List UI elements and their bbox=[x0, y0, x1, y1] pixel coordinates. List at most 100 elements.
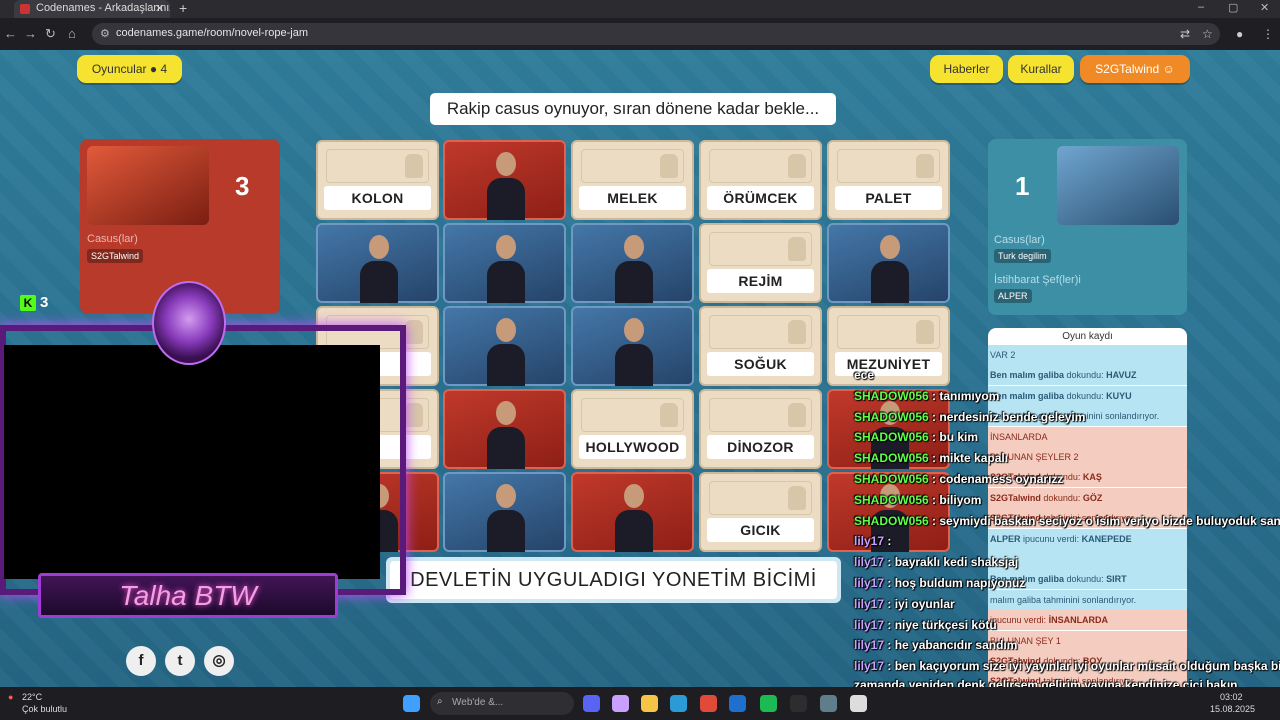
card-blue-agent[interactable] bbox=[316, 223, 439, 303]
app-icon[interactable] bbox=[612, 695, 629, 712]
reload-icon[interactable]: ↻ bbox=[45, 26, 56, 42]
log-word: KANEPEDE bbox=[1081, 533, 1132, 544]
rules-button[interactable]: Kurallar bbox=[1008, 55, 1074, 83]
start-icon[interactable] bbox=[403, 695, 420, 712]
translate-icon[interactable]: ⇄ bbox=[1180, 27, 1190, 41]
chat-text: : hoş buldum napıyonuz bbox=[887, 576, 1026, 590]
agent-figure-icon bbox=[360, 235, 398, 303]
log-text: VAR 2 bbox=[990, 350, 1016, 360]
players-button[interactable]: Oyuncular ● 4 bbox=[77, 55, 182, 83]
menu-kebab-icon[interactable]: ⋮ bbox=[1262, 27, 1274, 41]
forward-icon[interactable]: → bbox=[24, 26, 37, 41]
obs-icon[interactable] bbox=[850, 695, 867, 712]
bookmark-star-icon[interactable]: ☆ bbox=[1202, 27, 1213, 41]
card-word-label: ÖRÜMCEK bbox=[707, 186, 814, 210]
log-word: HAVUZ bbox=[1106, 370, 1137, 381]
taskbar-search-placeholder: Web'de &... bbox=[452, 697, 504, 708]
chat-message: lily17 : ben kaçıyorum size iyi yayınlar… bbox=[854, 659, 1280, 673]
close-window-icon[interactable]: ✕ bbox=[1260, 1, 1269, 14]
card-word-label: GICIK bbox=[707, 518, 814, 542]
chat-message: SHADOW056 : codenamess oynarızz bbox=[854, 472, 1063, 486]
chat-text: ece bbox=[854, 368, 875, 382]
log-player: Ben malım galiba bbox=[990, 370, 1065, 381]
chat-username: SHADOW056 bbox=[854, 513, 929, 528]
new-tab-button[interactable]: + bbox=[179, 0, 187, 16]
chat-text: : mikte kapalı bbox=[932, 451, 1009, 466]
chat-message: lily17 : bbox=[854, 534, 891, 548]
card-blue-agent[interactable] bbox=[571, 223, 694, 303]
card-word[interactable]: SOĞUK bbox=[699, 306, 822, 386]
tab-close-icon[interactable]: ✕ bbox=[155, 2, 164, 15]
minimize-icon[interactable]: – bbox=[1198, 1, 1204, 13]
card-word[interactable]: GICIK bbox=[699, 472, 822, 552]
card-agent-silhouette-icon bbox=[916, 154, 934, 178]
weather-icon: ● bbox=[8, 692, 14, 702]
agent-figure-icon bbox=[871, 235, 909, 303]
app-icon-2[interactable] bbox=[790, 695, 807, 712]
discord-icon[interactable] bbox=[583, 695, 600, 712]
user-button[interactable]: S2GTalwind ☺ bbox=[1080, 55, 1190, 83]
browser-tab[interactable]: Codenames - Arkadaşlarınızla ç bbox=[14, 0, 170, 18]
chat-text: : iyi oyunlar bbox=[887, 596, 955, 611]
card-red-agent[interactable] bbox=[443, 140, 566, 220]
settings-icon[interactable] bbox=[820, 695, 837, 712]
back-icon[interactable]: ← bbox=[4, 26, 17, 41]
facebook-icon[interactable]: f bbox=[126, 646, 156, 676]
agent-figure-icon bbox=[487, 235, 525, 303]
weather-desc: Çok bulutlu bbox=[22, 704, 68, 714]
chat-username: lily17 bbox=[854, 617, 885, 632]
card-agent-silhouette-icon bbox=[788, 154, 806, 178]
profile-icon[interactable]: ● bbox=[1236, 27, 1243, 41]
card-word-label: KOLON bbox=[324, 186, 431, 210]
outlook-icon[interactable] bbox=[729, 695, 746, 712]
news-button[interactable]: Haberler bbox=[930, 55, 1003, 83]
card-blue-agent[interactable] bbox=[443, 472, 566, 552]
card-red-agent[interactable] bbox=[443, 389, 566, 469]
blue-spy-name: Turk degilim bbox=[994, 249, 1051, 263]
file-explorer-icon[interactable] bbox=[641, 695, 658, 712]
chrome-icon[interactable] bbox=[700, 695, 717, 712]
instagram-icon[interactable]: ◎ bbox=[204, 646, 234, 676]
person-icon: ● bbox=[149, 62, 158, 76]
blue-team-panel: 1 Casus(lar) Turk degilim İstihbarat Şef… bbox=[988, 139, 1187, 315]
home-icon[interactable]: ⌂ bbox=[68, 26, 76, 41]
log-text: İNSANLARDA bbox=[990, 431, 1048, 442]
chat-username: lily17 bbox=[854, 576, 885, 590]
card-word-label: PALET bbox=[835, 186, 942, 210]
chat-username: SHADOW056 bbox=[854, 409, 929, 424]
chat-text: : nerdesiniz bende geleyim bbox=[932, 409, 1086, 424]
log-text: dokundu: bbox=[1043, 492, 1081, 503]
card-blue-agent[interactable] bbox=[827, 223, 950, 303]
site-info-icon[interactable]: ⚙ bbox=[100, 27, 110, 40]
maximize-icon[interactable]: ▢ bbox=[1228, 1, 1238, 14]
card-blue-agent[interactable] bbox=[443, 306, 566, 386]
clue-box: DEVLETİN UYGULADIGI YONETİM BİCİMİ bbox=[386, 557, 841, 603]
card-blue-agent[interactable] bbox=[443, 223, 566, 303]
url-field[interactable]: ⚙ codenames.game/room/novel-rope-jam bbox=[92, 23, 1220, 45]
card-word[interactable]: KOLON bbox=[316, 140, 439, 220]
log-word: KAŞ bbox=[1082, 472, 1102, 483]
card-blue-agent[interactable] bbox=[571, 306, 694, 386]
twitter-icon[interactable]: t bbox=[165, 646, 195, 676]
user-name: S2GTalwind bbox=[1095, 62, 1160, 76]
chat-text: : codenamess oynarızz bbox=[932, 472, 1064, 486]
windows-taskbar: ● 22°C Çok bulutlu ⌕ Web'de &... 03:02 1… bbox=[0, 687, 1280, 720]
chat-text: : he yabancıdır sandım bbox=[887, 638, 1018, 653]
card-word-label: MELEK bbox=[579, 186, 686, 210]
card-word[interactable]: MELEK bbox=[571, 140, 694, 220]
card-word[interactable]: REJİM bbox=[699, 223, 822, 303]
players-label: Oyuncular bbox=[91, 62, 147, 76]
edge-icon[interactable] bbox=[670, 695, 687, 712]
card-agent-silhouette-icon bbox=[660, 403, 678, 427]
card-word[interactable]: MEZUNİYET bbox=[827, 306, 950, 386]
card-word[interactable]: HOLLYWOOD bbox=[571, 389, 694, 469]
spotify-icon[interactable] bbox=[760, 695, 777, 712]
card-word[interactable]: PALET bbox=[827, 140, 950, 220]
taskbar-search[interactable]: ⌕ Web'de &... bbox=[430, 692, 574, 715]
log-text: dokundu: bbox=[1066, 390, 1104, 401]
card-red-agent[interactable] bbox=[571, 472, 694, 552]
search-icon: ⌕ bbox=[437, 696, 443, 707]
card-word[interactable]: DİNOZOR bbox=[699, 389, 822, 469]
card-word[interactable]: ÖRÜMCEK bbox=[699, 140, 822, 220]
address-bar-row: ← → ↻ ⌂ ⚙ codenames.game/room/novel-rope… bbox=[0, 18, 1280, 50]
